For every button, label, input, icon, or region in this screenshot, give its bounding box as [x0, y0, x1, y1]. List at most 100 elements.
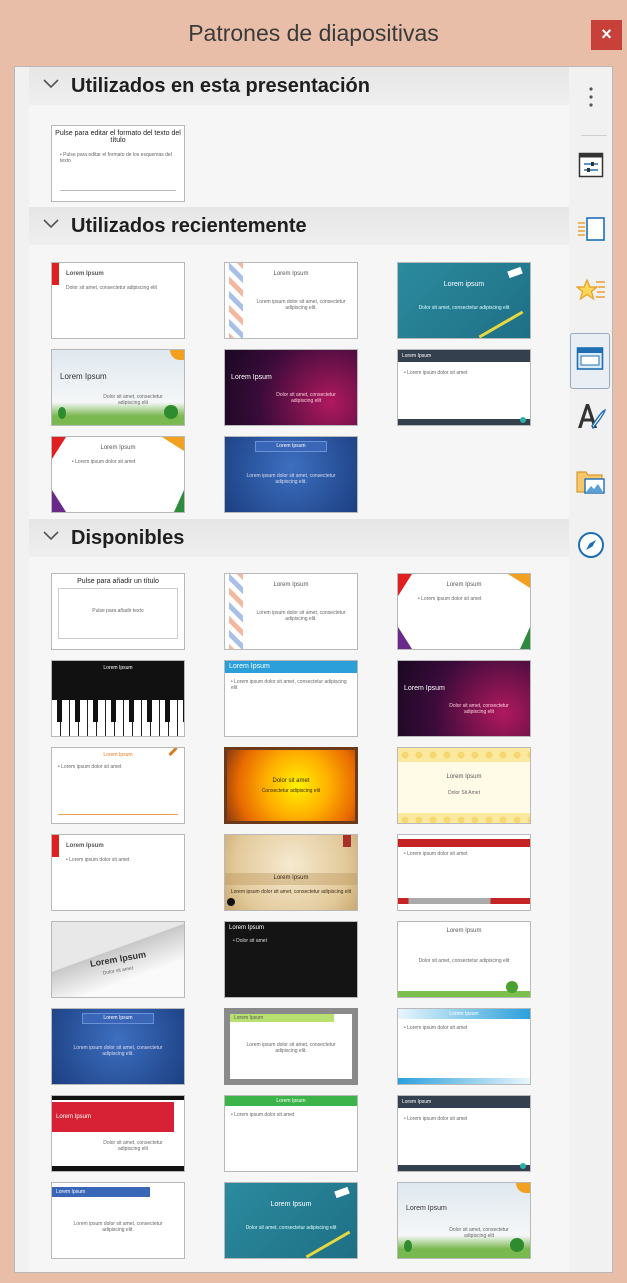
- styles-button[interactable]: [573, 401, 609, 437]
- master-thumb-available-7[interactable]: Lorem Ipsum • Lorem ipsum dolor sit amet: [51, 747, 185, 824]
- chevron-down-icon: [41, 211, 61, 235]
- close-button[interactable]: ×: [591, 20, 622, 50]
- master-slides-button[interactable]: [570, 333, 610, 389]
- master-thumb-recent-2[interactable]: Lorem Ipsum Lorem ipsum dolor sit amet, …: [224, 262, 358, 339]
- navigator-button[interactable]: [573, 529, 609, 565]
- thumb-body: Lorem ipsum dolor sit amet, consectetur …: [73, 1221, 163, 1233]
- master-thumb-available-24[interactable]: Lorem Ipsum Dolor sit amet, consectetur …: [397, 1182, 531, 1259]
- thumb-title: Lorem Ipsum: [273, 875, 309, 881]
- master-thumb-available-14[interactable]: Lorem Ipsum • Dolor sit amet: [224, 921, 358, 998]
- thumb-body: Lorem ipsum dolor sit amet, consectetur …: [256, 299, 346, 311]
- thumb-body: • Lorem ipsum dolor sit amet: [404, 370, 468, 376]
- more-options-button[interactable]: [573, 81, 609, 117]
- thumb-body: Pulse para añadir texto: [92, 608, 144, 614]
- master-thumb-recent-5[interactable]: Lorem Ipsum Dolor sit amet, consectetur …: [224, 349, 358, 426]
- section-recent-header[interactable]: Utilizados recientemente: [29, 207, 569, 245]
- slide-transition-button[interactable]: [573, 213, 609, 249]
- master-thumb-used-1[interactable]: Pulse para editar el formato del texto d…: [51, 125, 185, 202]
- thumb-title: Lorem Ipsum: [56, 1189, 86, 1195]
- thumb-body: • Lorem ipsum dolor sit amet: [404, 1116, 468, 1122]
- master-thumb-available-3[interactable]: Lorem Ipsum • Lorem ipsum dolor sit amet: [397, 573, 531, 650]
- master-thumb-available-2[interactable]: Lorem Ipsum Lorem ipsum dolor sit amet, …: [224, 573, 358, 650]
- thumb-title: Lorem Ipsum: [270, 1201, 312, 1208]
- master-thumb-available-10[interactable]: Lorem Ipsum • Lorem ipsum dolor sit amet: [51, 834, 185, 911]
- master-thumb-available-18[interactable]: Lorem Ipsum • Lorem ipsum dolor sit amet: [397, 1008, 531, 1085]
- thumb-title: Lorem Ipsum: [446, 774, 482, 780]
- master-thumb-available-8[interactable]: Dolor sit amet Consectetur adipiscing el…: [224, 747, 358, 824]
- thumb-title: Lorem Ipsum: [100, 445, 136, 451]
- thumb-body: • Pulse para editar el formato de los es…: [60, 152, 172, 164]
- master-slides-icon: [576, 346, 604, 377]
- thumb-title: Lorem Ipsum: [103, 665, 133, 671]
- sidebar-panel: Utilizados en esta presentación Pulse pa…: [14, 66, 613, 1273]
- thumb-title: Pulse para añadir un título: [77, 578, 159, 585]
- master-thumb-recent-4[interactable]: Lorem Ipsum Dolor sit amet, consectetur …: [51, 349, 185, 426]
- thumb-body: Dolor sit amet, consectetur adipiscing e…: [418, 305, 510, 311]
- thumb-title: Lorem Ipsum: [60, 372, 107, 381]
- master-thumb-recent-7[interactable]: Lorem Ipsum • Lorem ipsum dolor sit amet: [51, 436, 185, 513]
- thumb-body: • Lorem ipsum dolor sit amet: [231, 1112, 295, 1118]
- master-thumb-available-9[interactable]: Lorem Ipsum Dolor Sit Amet: [397, 747, 531, 824]
- master-thumb-available-23[interactable]: Lorem Ipsum Dolor sit amet, consectetur …: [224, 1182, 358, 1259]
- master-thumb-available-1[interactable]: Pulse para añadir un título Pulse para a…: [51, 573, 185, 650]
- properties-button[interactable]: [573, 149, 609, 185]
- chevron-down-icon: [41, 71, 61, 95]
- master-thumb-available-19[interactable]: Lorem Ipsum Dolor sit amet, consectetur …: [51, 1095, 185, 1172]
- chevron-down-icon: [41, 523, 61, 547]
- master-thumb-available-22[interactable]: Lorem Ipsum Lorem ipsum dolor sit amet, …: [51, 1182, 185, 1259]
- thumb-title: Lorem Ipsum: [229, 663, 270, 670]
- thumb-title: Lorem Ipsum: [449, 1011, 479, 1017]
- thumb-body: Dolor sit amet, consectetur adipiscing e…: [449, 1227, 509, 1239]
- master-thumb-available-15[interactable]: Lorem Ipsum Dolor sit amet, consectetur …: [397, 921, 531, 998]
- master-thumb-available-16[interactable]: Lorem Ipsum Lorem ipsum dolor sit amet, …: [51, 1008, 185, 1085]
- thumb-body: Dolor Sit Amet: [448, 790, 480, 796]
- master-thumb-available-11[interactable]: Lorem Ipsum Lorem ipsum dolor sit amet, …: [224, 834, 358, 911]
- thumb-body: Consectetur adipiscing elit: [261, 788, 321, 794]
- animation-button[interactable]: [573, 275, 609, 311]
- master-thumb-recent-6[interactable]: Lorem Ipsum • Lorem ipsum dolor sit amet: [397, 349, 531, 426]
- thumb-title: Lorem Ipsum: [406, 1205, 447, 1212]
- master-thumb-available-4[interactable]: Lorem Ipsum: [51, 660, 185, 737]
- thumb-body: Dolor sit amet, consectetur adipiscing e…: [103, 394, 163, 406]
- thumb-title: Lorem Ipsum: [231, 374, 272, 381]
- thumb-title: Pulse para editar el formato del texto d…: [55, 130, 181, 144]
- thumb-body: • Lorem ipsum dolor sit amet: [72, 459, 136, 465]
- master-thumb-recent-8[interactable]: Lorem Ipsum Lorem ipsum dolor sit amet, …: [224, 436, 358, 513]
- thumb-title: Lorem Ipsum: [446, 928, 482, 934]
- thumb-body: Lorem ipsum dolor sit amet, consectetur …: [256, 610, 346, 622]
- styles-icon: [576, 402, 607, 437]
- thumb-body: • Lorem ipsum dolor sit amet: [58, 764, 122, 770]
- master-thumb-available-21[interactable]: Lorem Ipsum • Lorem ipsum dolor sit amet: [397, 1095, 531, 1172]
- master-thumb-recent-3[interactable]: Lorem ipsum Dolor sit amet, consectetur …: [397, 262, 531, 339]
- master-thumb-available-12[interactable]: • Lorem ipsum dolor sit amet: [397, 834, 531, 911]
- slide-transition-icon: [577, 216, 605, 247]
- master-thumb-available-6[interactable]: Lorem Ipsum Dolor sit amet, consectetur …: [397, 660, 531, 737]
- thumb-title: Lorem Ipsum: [66, 271, 104, 277]
- thumb-body: Dolor sit amet, consectetur adipiscing e…: [418, 958, 510, 964]
- thumb-body: • Lorem ipsum dolor sit amet: [404, 851, 468, 857]
- master-thumb-available-20[interactable]: Lorem Ipsum • Lorem ipsum dolor sit amet: [224, 1095, 358, 1172]
- thumb-title: Dolor sit amet: [272, 778, 310, 784]
- section-available-header[interactable]: Disponibles: [29, 519, 569, 557]
- thumb-body: Dolor sit amet, consectetur adipiscing e…: [245, 1225, 337, 1231]
- properties-icon: [578, 152, 604, 183]
- thumb-title: Lorem ipsum: [443, 281, 485, 288]
- section-used-header[interactable]: Utilizados en esta presentación: [29, 67, 569, 105]
- more-options-icon: [588, 86, 594, 113]
- thumb-title: Lorem Ipsum: [103, 752, 133, 758]
- thumb-title: Lorem Ipsum: [273, 271, 309, 277]
- thumb-title: Lorem Ipsum: [402, 1099, 432, 1105]
- master-thumb-available-17[interactable]: Lorem Ipsum Lorem ipsum dolor sit amet, …: [224, 1008, 358, 1085]
- thumb-body: Lorem ipsum dolor sit amet, consectetur …: [246, 473, 336, 485]
- master-thumb-available-13[interactable]: Lorem Ipsum Dolor sit amet: [51, 921, 185, 998]
- thumb-body: Dolor sit amet, consectetur adipiscing e…: [449, 703, 509, 715]
- master-thumb-available-5[interactable]: Lorem Ipsum • Lorem ipsum dolor sit amet…: [224, 660, 358, 737]
- thumb-title: Lorem Ipsum: [234, 1015, 264, 1021]
- master-thumb-recent-1[interactable]: Lorem Ipsum Dolor sit amet, consectetur …: [51, 262, 185, 339]
- gallery-button[interactable]: [573, 465, 609, 501]
- thumb-body: • Lorem ipsum dolor sit amet: [66, 857, 130, 863]
- thumb-body: Dolor sit amet, consectetur adipiscing e…: [103, 1140, 163, 1152]
- master-slides-window: Patrones de diapositivas × Utilizados en…: [0, 0, 627, 1283]
- thumb-body: Dolor sit amet, consectetur adipiscing e…: [276, 392, 336, 404]
- thumb-title: Lorem Ipsum: [273, 582, 309, 588]
